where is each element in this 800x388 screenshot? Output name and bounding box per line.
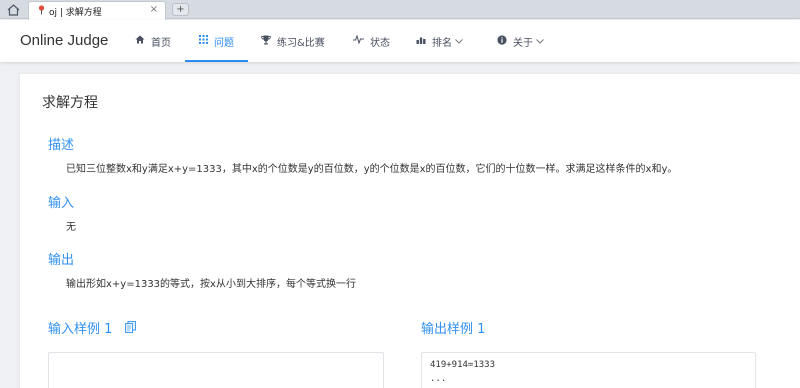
browser-tab[interactable]: oj | 求解方程 × [28, 1, 166, 20]
nav-item-label: 问题 [214, 37, 234, 49]
description-text: 已知三位整数x和y满足x+y=1333，其中x的个位数是y的百位数，y的个位数是… [66, 164, 678, 175]
nav-item-rank[interactable]: 排名 [416, 20, 463, 62]
grid-icon [199, 35, 208, 47]
output-text: 输出形如x+y=1333的等式，按x从小到大排序，每个等式换一行 [66, 279, 356, 290]
pin-icon [38, 4, 45, 18]
nav-item-label: 状态 [370, 37, 390, 49]
input-text: 无 [66, 222, 76, 233]
close-tab-icon[interactable]: × [150, 4, 158, 15]
chevron-down-icon [455, 37, 463, 46]
site-logo[interactable]: Online Judge [20, 32, 108, 49]
info-icon [497, 34, 507, 48]
top-navbar: Online Judge 首页 问题 练习&比赛 状态 排名 关于 [0, 20, 800, 62]
problem-card: 求解方程 描述 已知三位整数x和y满足x+y=1333，其中x的个位数是y的百位… [20, 74, 800, 388]
home-icon [135, 35, 145, 47]
trophy-icon [261, 35, 271, 48]
sample-output-box: 419+914=1333 ... [421, 352, 756, 388]
bar-chart-icon [416, 35, 426, 47]
home-icon[interactable] [5, 2, 21, 17]
description-heading: 描述 [48, 138, 75, 153]
nav-item-label: 排名 [432, 37, 452, 49]
sample-output-text: 419+914=1333 ... [430, 360, 496, 384]
nav-item-label: 关于 [513, 37, 533, 49]
nav-item-label: 练习&比赛 [277, 37, 325, 49]
nav-item-problems[interactable]: 问题 [199, 20, 234, 62]
active-nav-indicator [185, 60, 248, 62]
new-tab-button[interactable]: + [172, 3, 189, 16]
nav-item-home[interactable]: 首页 [135, 20, 171, 62]
output-heading: 输出 [48, 253, 75, 268]
browser-tab-strip: oj | 求解方程 × + [0, 0, 800, 20]
nav-item-label: 首页 [151, 37, 171, 49]
input-heading: 输入 [48, 196, 75, 211]
tab-title: oj | 求解方程 [49, 7, 102, 18]
nav-item-status[interactable]: 状态 [353, 20, 390, 62]
sample-input-box [48, 352, 384, 388]
nav-item-contests[interactable]: 练习&比赛 [261, 20, 325, 62]
sample-output-heading: 输出样例 1 [421, 322, 486, 337]
sample-input-heading: 输入样例 1 [48, 322, 113, 337]
nav-item-about[interactable]: 关于 [497, 20, 544, 62]
sample-input-heading-row: 输入样例 1 [48, 318, 136, 337]
chevron-down-icon [536, 37, 544, 46]
copy-icon[interactable] [124, 321, 136, 336]
problem-title: 求解方程 [42, 95, 98, 111]
pulse-icon [353, 34, 364, 47]
sample-input-text [49, 353, 383, 363]
